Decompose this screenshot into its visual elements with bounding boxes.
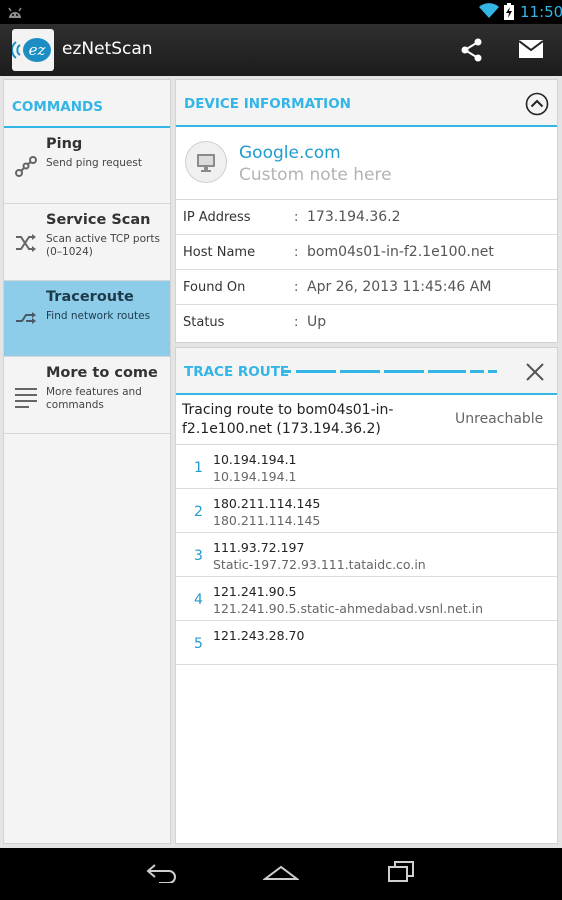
trace-route-header: TRACE ROUTE — [176, 348, 557, 395]
app-logo[interactable]: ez — [11, 29, 54, 71]
hop-row[interactable]: 1 10.194.194.1 10.194.194.1 — [176, 445, 557, 489]
back-icon[interactable] — [145, 861, 179, 883]
command-traceroute-description: Find network routes — [46, 310, 151, 322]
android-notification-icon — [8, 7, 22, 18]
clock: 11:50 — [520, 3, 562, 21]
navigation-bar — [0, 848, 562, 900]
device-information-panel: DEVICE INFORMATION Google.com Custom not… — [175, 79, 558, 343]
hop-hostname: 121.241.90.5.static-ahmedabad.vsnl.net.i… — [213, 601, 484, 616]
commands-panel: COMMANDS Ping Send ping request Service … — [3, 79, 171, 844]
close-icon[interactable] — [525, 362, 545, 382]
wifi-icon — [479, 3, 499, 18]
home-icon[interactable] — [263, 861, 299, 883]
info-value: bom04s01-in-f2.1e100.net — [307, 244, 494, 260]
hop-row[interactable]: 5 121.243.28.70 — [176, 621, 557, 665]
action-bar: ez ezNetScan — [0, 24, 562, 76]
info-separator: : — [294, 210, 299, 225]
trace-status: Unreachable — [455, 411, 544, 427]
battery-charging-icon — [504, 3, 514, 20]
info-label: IP Address — [183, 210, 251, 225]
command-service-scan[interactable]: Service Scan Scan active TCP ports (0–10… — [4, 204, 170, 281]
status-bar: 11:50 — [0, 0, 562, 24]
hop-number: 2 — [194, 504, 203, 520]
device-name: Google.com — [239, 143, 341, 163]
hop-number: 5 — [194, 636, 203, 652]
svg-text:ez: ez — [29, 41, 46, 59]
info-row-found-on: Found On : Apr 26, 2013 11:45:46 AM — [176, 270, 557, 305]
hop-hostname: 180.211.114.145 — [213, 513, 321, 528]
route-icon — [16, 312, 36, 324]
hop-number: 4 — [194, 592, 203, 608]
device-summary[interactable]: Google.com Custom note here — [176, 127, 557, 200]
info-row-status: Status : Up — [176, 305, 557, 340]
hop-hostname: Static-197.72.93.111.tataidc.co.in — [213, 557, 426, 572]
command-traceroute-title: Traceroute — [46, 289, 134, 305]
hop-number: 3 — [194, 548, 203, 564]
app-logo-icon: ez — [11, 38, 51, 62]
command-more-description: More features and commands — [46, 386, 142, 411]
info-row-ip-address: IP Address : 173.194.36.2 — [176, 200, 557, 235]
info-row-host-name: Host Name : bom04s01-in-f2.1e100.net — [176, 235, 557, 270]
info-label: Status — [183, 315, 225, 330]
trace-target-text: Tracing route to bom04s01-in-f2.1e100.ne… — [182, 402, 394, 437]
trace-route-title: TRACE ROUTE — [184, 364, 290, 380]
info-separator: : — [294, 280, 299, 295]
device-information-title: DEVICE INFORMATION — [184, 96, 351, 112]
hop-row[interactable]: 3 111.93.72.197 Static-197.72.93.111.tat… — [176, 533, 557, 577]
info-label: Found On — [183, 280, 246, 295]
info-value: Apr 26, 2013 11:45:46 AM — [307, 279, 492, 295]
commands-header: COMMANDS — [4, 80, 170, 128]
info-value: Up — [307, 314, 327, 330]
hop-hostname: 10.194.194.1 — [213, 469, 297, 484]
share-icon[interactable] — [460, 38, 484, 62]
info-separator: : — [294, 315, 299, 330]
trace-summary: Tracing route to bom04s01-in-f2.1e100.ne… — [176, 395, 557, 445]
collapse-chevron-up-icon[interactable] — [525, 92, 549, 116]
hop-ip: 121.241.90.5 — [213, 584, 297, 599]
hop-row[interactable]: 4 121.241.90.5 121.241.90.5.static-ahmed… — [176, 577, 557, 621]
device-type-badge — [185, 141, 227, 183]
command-service-scan-title: Service Scan — [46, 212, 151, 228]
command-traceroute[interactable]: Traceroute Find network routes — [4, 281, 170, 357]
command-ping-description: Send ping request — [46, 157, 142, 169]
trace-route-panel: TRACE ROUTE Tracing route to bom04s01-in… — [175, 347, 558, 844]
info-label: Host Name — [183, 245, 256, 260]
custom-note-field[interactable]: Custom note here — [239, 165, 392, 185]
shuffle-icon — [16, 234, 36, 252]
hop-ip: 111.93.72.197 — [213, 540, 305, 555]
hop-number: 1 — [194, 460, 203, 476]
command-ping[interactable]: Ping Send ping request — [4, 128, 170, 204]
command-ping-title: Ping — [46, 136, 83, 152]
hop-ip: 10.194.194.1 — [213, 452, 297, 467]
info-separator: : — [294, 245, 299, 260]
device-information-header: DEVICE INFORMATION — [176, 80, 557, 127]
monitor-icon — [197, 154, 215, 172]
command-more-title: More to come — [46, 365, 158, 381]
command-service-scan-description: Scan active TCP ports (0–1024) — [46, 233, 160, 258]
commands-title: COMMANDS — [12, 99, 103, 115]
recent-apps-icon[interactable] — [387, 861, 415, 883]
command-more-to-come[interactable]: More to come More features and commands — [4, 357, 170, 434]
hop-ip: 180.211.114.145 — [213, 496, 321, 511]
hop-ip: 121.243.28.70 — [213, 628, 305, 643]
app-title: ezNetScan — [62, 39, 153, 59]
menu-lines-icon — [15, 388, 37, 408]
mail-icon[interactable] — [519, 40, 543, 58]
hop-row[interactable]: 2 180.211.114.145 180.211.114.145 — [176, 489, 557, 533]
ping-icon — [15, 156, 37, 177]
trace-progress-indicator — [283, 370, 497, 373]
info-value: 173.194.36.2 — [307, 209, 401, 225]
